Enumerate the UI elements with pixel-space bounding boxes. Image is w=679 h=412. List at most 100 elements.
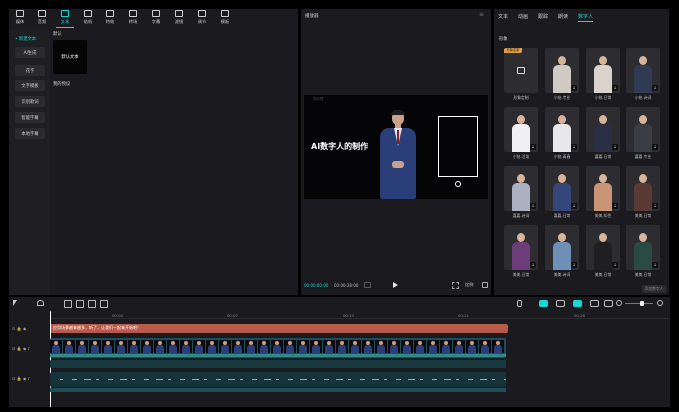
- avatar-card[interactable]: ↓: [626, 48, 660, 93]
- default-text-card[interactable]: 默认文本: [53, 40, 87, 74]
- avatar-card[interactable]: ↓: [586, 48, 620, 93]
- ratio-button[interactable]: 比例: [465, 282, 473, 288]
- download-icon[interactable]: ↓: [530, 203, 536, 209]
- toolbar-media-button[interactable]: 媒体: [9, 10, 31, 27]
- grid-icon[interactable]: [364, 282, 371, 288]
- selection-box[interactable]: [438, 116, 478, 177]
- avatar-card[interactable]: ↓: [586, 166, 620, 211]
- download-icon[interactable]: ↓: [612, 262, 618, 268]
- audio-clip[interactable]: [50, 372, 506, 387]
- toolbar-audio-button[interactable]: 音频: [31, 10, 53, 27]
- playhead[interactable]: [50, 311, 51, 407]
- zoom-slider[interactable]: [625, 301, 653, 306]
- video-preview[interactable]: 内示性 AI数字人的制作: [304, 95, 488, 199]
- avatar-card[interactable]: ↓: [626, 225, 660, 270]
- clip-thumbnail: [310, 340, 322, 353]
- tab-item[interactable]: 动画: [518, 13, 528, 20]
- avatar-card[interactable]: ↓: [545, 166, 579, 211]
- avatar-card[interactable]: ↓: [545, 107, 579, 152]
- toolbar-effects-button[interactable]: 特效: [99, 10, 121, 27]
- magnet-icon[interactable]: [556, 300, 565, 307]
- avatar-figure-head: [599, 174, 607, 183]
- tab-item[interactable]: 朗读: [558, 13, 568, 20]
- download-icon[interactable]: ↓: [530, 262, 536, 268]
- split-right-icon[interactable]: [88, 300, 96, 308]
- download-icon[interactable]: ↓: [571, 203, 577, 209]
- download-icon[interactable]: ↓: [571, 144, 577, 150]
- download-icon[interactable]: ↓: [571, 85, 577, 91]
- add-digital-human-button[interactable]: 添加数字人: [642, 285, 666, 293]
- zoom-out-icon[interactable]: [616, 300, 622, 306]
- download-icon[interactable]: ↓: [652, 85, 658, 91]
- tab-item[interactable]: 跟踪: [538, 13, 548, 20]
- player-menu-icon[interactable]: ≡: [479, 11, 484, 18]
- sidebar-item[interactable]: 本地字幕: [15, 128, 45, 139]
- text-track-controls[interactable]: ⊡ 🔒 ◉: [12, 326, 26, 331]
- play-button[interactable]: [393, 282, 398, 288]
- avatar-card[interactable]: ↓: [504, 225, 538, 270]
- toolbar-label: 特效: [105, 19, 115, 24]
- text-clip[interactable]: 应用场景越来越多，听了，让我们一起来开始吧！: [50, 324, 508, 333]
- sidebar-item[interactable]: 花字: [15, 65, 45, 76]
- clip-thumbnail: [297, 340, 309, 353]
- toolbar-transition-button[interactable]: 转场: [122, 10, 144, 27]
- toolbar-filter-button[interactable]: 滤镜: [168, 10, 190, 27]
- avatar-card[interactable]: ↓: [626, 107, 660, 152]
- toolbar-label: 模板: [220, 19, 230, 24]
- sidebar-item[interactable]: • 新建文本: [15, 33, 45, 44]
- waveform-segment: [252, 379, 257, 380]
- caption-toggle-icon[interactable]: [604, 300, 613, 307]
- toolbar-template-button[interactable]: 模板: [214, 10, 236, 27]
- avatar-card[interactable]: ↓: [586, 107, 620, 152]
- undo-icon[interactable]: [37, 300, 44, 306]
- toolbar-text-button[interactable]: 文本: [54, 10, 76, 27]
- toolbar-adjust-button[interactable]: 调节: [191, 10, 213, 27]
- avatar-card[interactable]: ↓: [504, 166, 538, 211]
- clip-thumbnail: [128, 340, 140, 353]
- sidebar-item[interactable]: 文字模板: [15, 80, 45, 91]
- tab-item[interactable]: 数字人: [578, 13, 593, 20]
- download-icon[interactable]: ↓: [612, 203, 618, 209]
- fullscreen-icon[interactable]: [482, 282, 488, 288]
- download-icon[interactable]: ↓: [612, 85, 618, 91]
- sidebar-item[interactable]: 智能字幕: [15, 112, 45, 123]
- split-icon[interactable]: [64, 300, 72, 308]
- link-icon[interactable]: [573, 300, 582, 307]
- tab-item[interactable]: 文本: [498, 13, 508, 20]
- fullscreen-fit-icon[interactable]: [452, 282, 459, 289]
- download-icon[interactable]: ↓: [652, 144, 658, 150]
- avatar-figure-head: [558, 174, 566, 183]
- delete-icon[interactable]: [100, 300, 108, 308]
- avatar-card[interactable]: ↓: [545, 225, 579, 270]
- custom-badge: 形象定制: [504, 48, 522, 53]
- download-icon[interactable]: ↓: [652, 203, 658, 209]
- link-main-track-icon[interactable]: [539, 300, 548, 307]
- avatar-card[interactable]: 形象定制: [504, 48, 538, 93]
- digital-human-clip[interactable]: [50, 338, 506, 358]
- waveform-segment: [276, 379, 279, 380]
- sidebar-item[interactable]: 识别歌词: [15, 96, 45, 107]
- zoom-slider-knob[interactable]: [640, 301, 644, 306]
- avatar-label: 嘉嘉-诗词: [512, 213, 530, 218]
- avatar-card[interactable]: ↓: [586, 225, 620, 270]
- zoom-in-icon[interactable]: [657, 300, 663, 306]
- download-icon[interactable]: ↓: [530, 144, 536, 150]
- preview-axis-icon[interactable]: [590, 300, 599, 307]
- avatar-card[interactable]: ↓: [545, 48, 579, 93]
- select-tool-icon[interactable]: [13, 300, 17, 306]
- toolbar-caption-button[interactable]: 字幕: [145, 10, 167, 27]
- sidebar-item[interactable]: AI生成: [15, 47, 45, 58]
- toolbar-sticker-button[interactable]: 贴纸: [77, 10, 99, 27]
- download-icon[interactable]: ↓: [652, 262, 658, 268]
- avatar-card[interactable]: ↓: [626, 166, 660, 211]
- clip-thumbnail: [466, 340, 478, 353]
- split-left-icon[interactable]: [76, 300, 84, 308]
- audio-track-controls[interactable]: ⊡ 🔒 ◉ ♪: [12, 376, 30, 381]
- video-track-controls[interactable]: ⊡ 🔒 ◉ ♪: [12, 346, 30, 351]
- rotate-handle-icon[interactable]: [455, 181, 461, 187]
- waveform-segment: [120, 379, 127, 380]
- download-icon[interactable]: ↓: [571, 262, 577, 268]
- microphone-icon[interactable]: [517, 300, 522, 307]
- download-icon[interactable]: ↓: [612, 144, 618, 150]
- avatar-card[interactable]: ↓: [504, 107, 538, 152]
